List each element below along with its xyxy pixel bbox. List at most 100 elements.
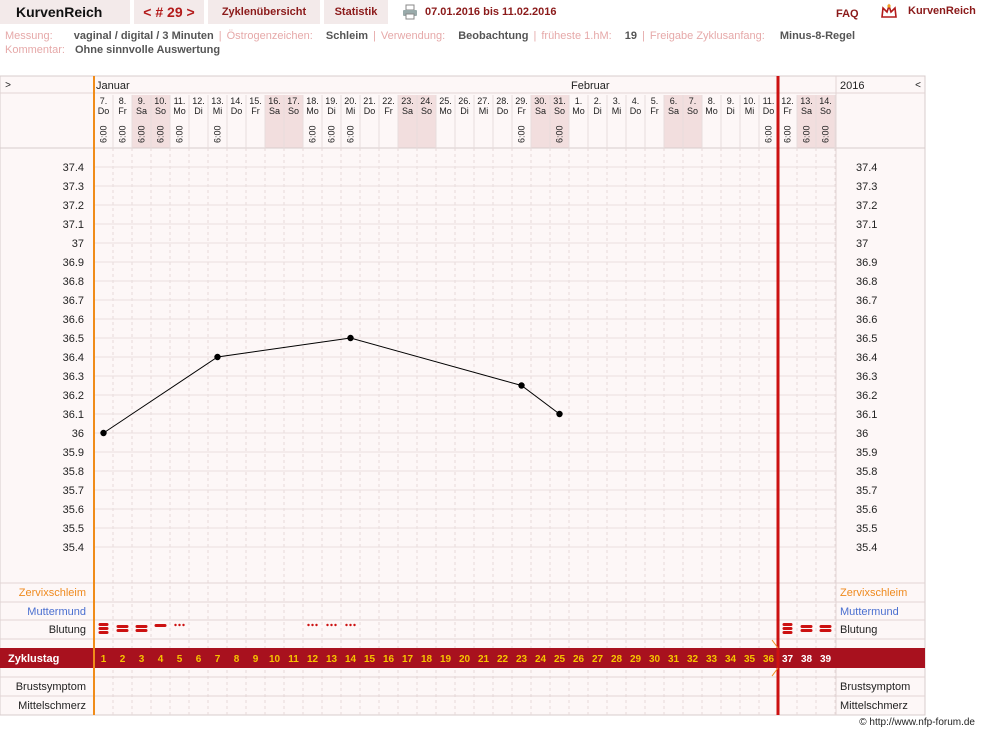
- y-tick-right: 36.4: [856, 352, 877, 364]
- cycle-day-number: 4: [158, 654, 164, 665]
- bleeding-mark: [782, 631, 793, 634]
- cycle-day-number: 17: [402, 654, 414, 665]
- day-date: 12.: [192, 96, 205, 106]
- y-tick-right: 36.1: [856, 409, 877, 421]
- y-tick-left: 35.7: [63, 485, 84, 497]
- day-date: 12.: [781, 96, 794, 106]
- day-weekday: Fr: [650, 106, 659, 116]
- y-tick-right: 37.2: [856, 200, 877, 212]
- day-date: 26.: [458, 96, 471, 106]
- cycle-day-number: 33: [706, 654, 718, 665]
- cycle-day-number: 6: [196, 654, 202, 665]
- day-weekday: Di: [593, 106, 602, 116]
- day-time: 6:00: [783, 125, 793, 143]
- day-date: 1.: [575, 96, 583, 106]
- spotting-dot: [326, 623, 329, 627]
- row-label-left-muttermund: Muttermund: [27, 606, 86, 618]
- row-label-left-brust: Brustsymptom: [16, 681, 86, 693]
- nav-left-arrow[interactable]: >: [5, 80, 11, 91]
- y-tick-left: 36.8: [63, 276, 84, 288]
- day-weekday: Sa: [402, 106, 413, 116]
- cycle-day-number: 13: [326, 654, 338, 665]
- cycle-day-number: 12: [307, 654, 319, 665]
- cycle-day-number: 35: [744, 654, 756, 665]
- row-label-left-zervix: Zervixschleim: [19, 587, 86, 599]
- day-date: 15.: [249, 96, 262, 106]
- day-date: 2.: [594, 96, 602, 106]
- cycle-day-number: 9: [253, 654, 259, 665]
- y-tick-right: 35.7: [856, 485, 877, 497]
- spotting-dot: [353, 623, 356, 627]
- temperature-point: [100, 429, 107, 437]
- y-tick-left: 35.9: [63, 447, 84, 459]
- y-tick-left: 35.6: [63, 504, 84, 516]
- day-date: 7.: [100, 96, 108, 106]
- row-label-right-zervix: Zervixschleim: [840, 587, 907, 599]
- day-date: 14.: [819, 96, 832, 106]
- cycle-day-number: 26: [573, 654, 585, 665]
- cycle-day-number: 15: [364, 654, 376, 665]
- cycle-day-number: 29: [630, 654, 642, 665]
- day-weekday: Sa: [535, 106, 546, 116]
- y-tick-right: 37.3: [856, 181, 877, 193]
- day-date: 9.: [727, 96, 735, 106]
- y-tick-left: 37.4: [63, 162, 84, 174]
- day-weekday: Do: [763, 106, 775, 116]
- cycle-day-number: 36: [763, 654, 775, 665]
- row-label-right-brust: Brustsymptom: [840, 681, 910, 693]
- day-date: 17.: [287, 96, 300, 106]
- day-date: 8.: [708, 96, 716, 106]
- y-tick-left: 36.4: [63, 352, 84, 364]
- day-time: 6:00: [555, 125, 565, 143]
- spotting-dot: [330, 623, 333, 627]
- y-tick-left: 36.2: [63, 390, 84, 402]
- day-weekday: Di: [327, 106, 336, 116]
- temperature-point: [214, 353, 221, 361]
- bleeding-mark: [800, 625, 813, 628]
- bleeding-mark: [98, 631, 109, 634]
- day-weekday: So: [421, 106, 432, 116]
- cycle-day-number: 10: [269, 654, 281, 665]
- copyright: © http://www.nfp-forum.de: [859, 717, 975, 728]
- bleeding-mark: [154, 624, 167, 627]
- y-tick-left: 36.1: [63, 409, 84, 421]
- day-weekday: Do: [630, 106, 642, 116]
- spotting-dot: [315, 623, 318, 627]
- day-weekday: Mo: [173, 106, 186, 116]
- cycle-day-number: 19: [440, 654, 452, 665]
- day-weekday: Mi: [479, 106, 489, 116]
- day-date: 5.: [651, 96, 659, 106]
- day-time: 6:00: [118, 125, 128, 143]
- day-weekday: Do: [497, 106, 509, 116]
- cycle-day-number: 25: [554, 654, 566, 665]
- cycle-day-number: 20: [459, 654, 471, 665]
- day-date: 22.: [382, 96, 395, 106]
- nav-right-arrow[interactable]: <: [915, 80, 921, 91]
- cycle-day-label: Zyklustag: [8, 653, 59, 665]
- y-tick-left: 36.6: [63, 314, 84, 326]
- day-date: 18.: [306, 96, 319, 106]
- bleeding-mark: [98, 623, 109, 626]
- day-weekday: Do: [231, 106, 243, 116]
- y-tick-left: 36.9: [63, 257, 84, 269]
- cycle-day-number: 31: [668, 654, 680, 665]
- y-tick-right: 36.8: [856, 276, 877, 288]
- y-tick-right: 36.7: [856, 295, 877, 307]
- day-time: 6:00: [308, 125, 318, 143]
- day-date: 20.: [344, 96, 357, 106]
- bleeding-mark: [800, 629, 813, 632]
- day-weekday: Mi: [612, 106, 622, 116]
- bleeding-mark: [135, 625, 148, 628]
- day-time: 6:00: [213, 125, 223, 143]
- day-date: 8.: [119, 96, 127, 106]
- day-weekday: Fr: [118, 106, 127, 116]
- temperature-point: [556, 410, 563, 418]
- day-time: 6:00: [156, 125, 166, 143]
- day-weekday: So: [155, 106, 166, 116]
- y-tick-right: 36: [856, 428, 868, 440]
- day-date: 24.: [420, 96, 433, 106]
- bleeding-mark: [782, 627, 793, 630]
- y-tick-right: 35.6: [856, 504, 877, 516]
- y-tick-right: 36.2: [856, 390, 877, 402]
- y-tick-left: 35.5: [63, 523, 84, 535]
